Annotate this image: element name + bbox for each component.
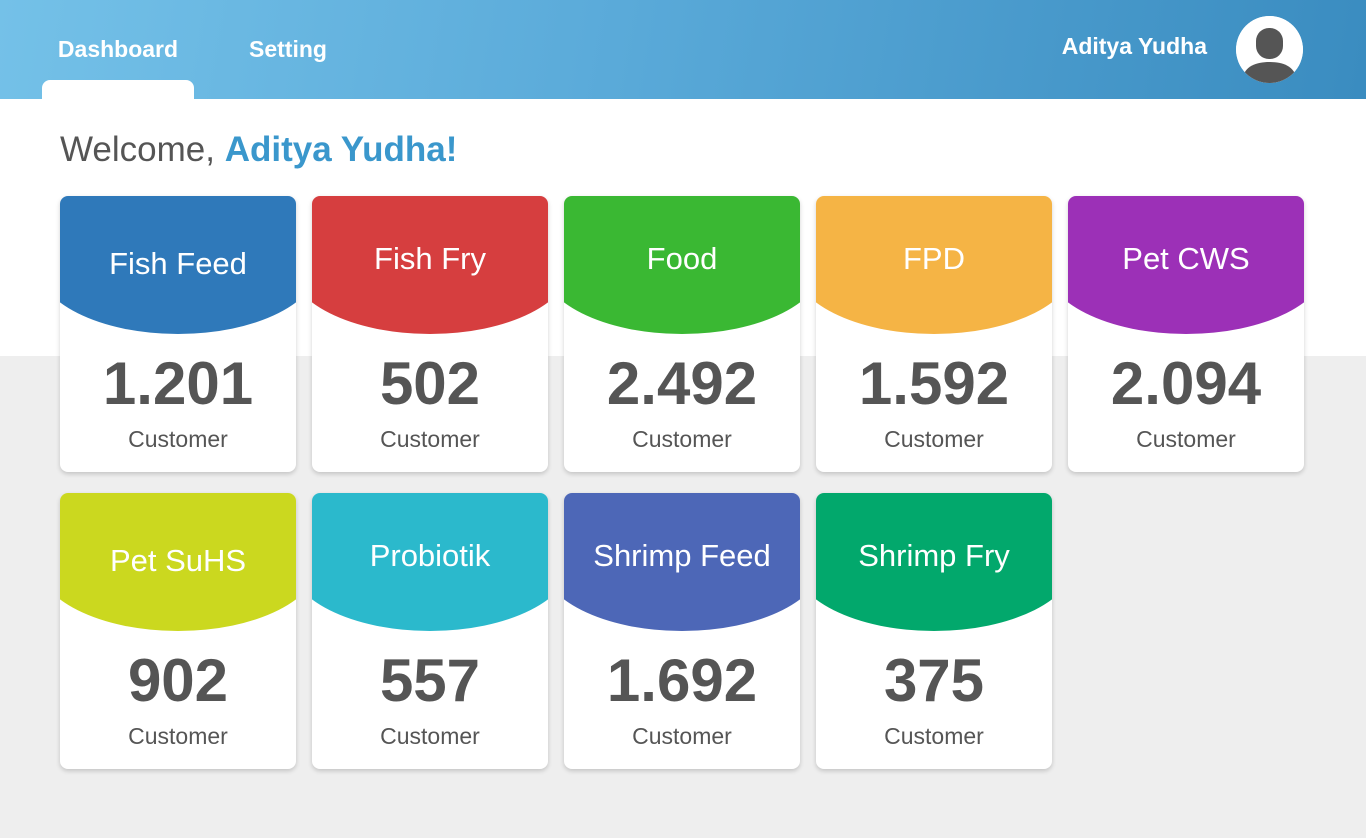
card-customer-count: 557 <box>379 647 481 714</box>
welcome-message: Welcome, Aditya Yudha! <box>60 130 457 170</box>
card-customer-count: 1.692 <box>606 647 758 714</box>
top-navigation-bar: Dashboard Setting Aditya Yudha <box>0 0 1366 100</box>
card-unit-label: Customer <box>1136 426 1236 452</box>
card-unit-label: Customer <box>884 723 984 749</box>
card-unit-label: Customer <box>632 723 732 749</box>
tab-setting-label: Setting <box>249 36 327 62</box>
welcome-prefix: Welcome, <box>60 130 225 169</box>
tab-setting[interactable]: Setting <box>226 0 350 99</box>
card-unit-label: Customer <box>884 426 984 452</box>
category-card-probiotik[interactable]: Probiotik 557 Customer <box>312 493 548 769</box>
card-title: Food <box>646 241 718 276</box>
card-customer-count: 2.094 <box>1110 350 1262 417</box>
card-customer-count: 902 <box>127 647 229 714</box>
card-unit-label: Customer <box>380 426 480 452</box>
card-customer-count: 1.201 <box>102 350 254 417</box>
card-unit-label: Customer <box>632 426 732 452</box>
category-card-pet-suhs[interactable]: Pet SuHS 902 Customer <box>60 493 296 769</box>
category-card-food[interactable]: Food 2.492 Customer <box>564 196 800 472</box>
card-unit-label: Customer <box>380 723 480 749</box>
card-customer-count: 375 <box>883 647 985 714</box>
card-unit-label: Customer <box>128 723 228 749</box>
category-card-fish-feed[interactable]: Fish Feed 1.201 Customer <box>60 196 296 472</box>
card-customer-count: 1.592 <box>858 350 1010 417</box>
welcome-user-name: Aditya Yudha! <box>224 130 458 169</box>
card-customer-count: 502 <box>379 350 481 417</box>
category-card-shrimp-fry[interactable]: Shrimp Fry 375 Customer <box>816 493 1052 769</box>
card-title: Fish Feed <box>109 246 247 281</box>
card-customer-count: 2.492 <box>606 350 758 417</box>
card-title: Fish Fry <box>374 241 486 276</box>
category-card-shrimp-feed[interactable]: Shrimp Feed 1.692 Customer <box>564 493 800 769</box>
card-title: Shrimp Fry <box>858 538 1010 573</box>
tab-dashboard[interactable]: Dashboard <box>42 0 194 99</box>
card-title: Pet CWS <box>1122 241 1250 276</box>
card-unit-label: Customer <box>128 426 228 452</box>
tab-dashboard-label: Dashboard <box>57 36 179 62</box>
category-card-fpd[interactable]: FPD 1.592 Customer <box>816 196 1052 472</box>
category-card-pet-cws[interactable]: Pet CWS 2.094 Customer <box>1068 196 1304 472</box>
category-card-fish-fry[interactable]: Fish Fry 502 Customer <box>312 196 548 472</box>
card-title: Pet SuHS <box>109 543 247 578</box>
user-avatar-icon[interactable] <box>1236 16 1303 83</box>
card-title: Shrimp Feed <box>593 538 771 573</box>
card-title: Probiotik <box>369 538 491 573</box>
user-name[interactable]: Aditya Yudha <box>1062 33 1207 60</box>
card-title: FPD <box>903 241 965 276</box>
